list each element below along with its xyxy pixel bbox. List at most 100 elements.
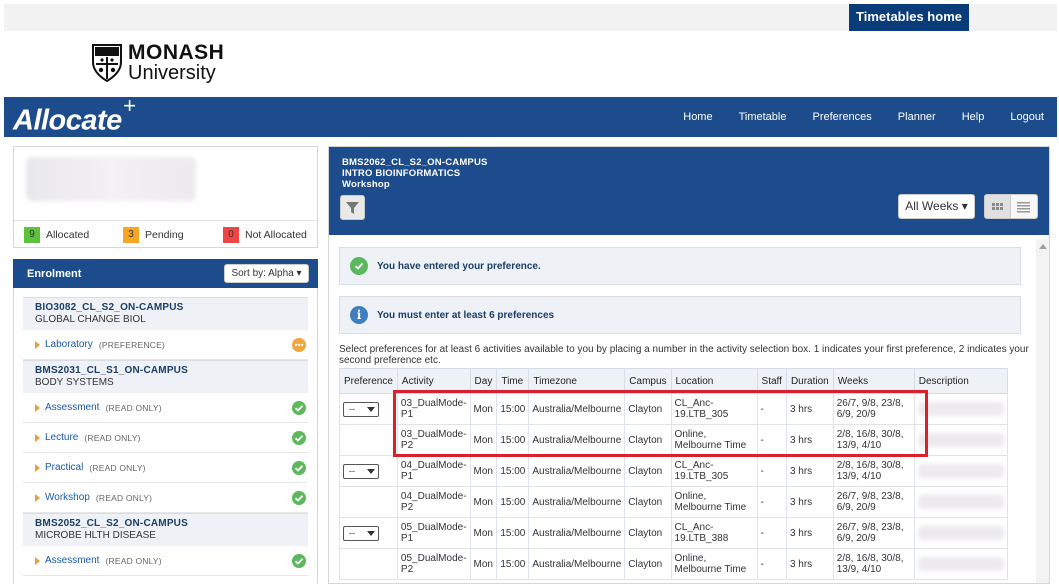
time-cell: 15:00 bbox=[496, 548, 530, 580]
table-row: -- 04_DualMode- P1 Mon 15:00 Australia/Melbou… bbox=[339, 455, 1008, 487]
activity-link[interactable]: Assessment bbox=[45, 402, 99, 413]
staff-cell: - bbox=[756, 548, 787, 580]
staff-cell: - bbox=[756, 424, 787, 456]
redacted-description bbox=[917, 464, 1004, 478]
timezone-cell: Australia/Melbourne bbox=[528, 486, 626, 518]
staff-cell: - bbox=[756, 486, 787, 518]
description-cell bbox=[913, 455, 1008, 487]
activity-link[interactable]: Laboratory bbox=[45, 339, 93, 350]
course-header[interactable]: BIO3082_CL_S2_ON-CAMPUS GLOBAL CHANGE BI… bbox=[23, 297, 308, 330]
table-row: 04_DualMode- P2 Mon 15:00 Australia/Melbourn… bbox=[339, 486, 1008, 518]
preference-select[interactable]: -- bbox=[343, 401, 379, 417]
activity-link[interactable]: Practical bbox=[45, 462, 83, 473]
redacted-description bbox=[917, 495, 1004, 509]
arrow-right-icon bbox=[35, 463, 40, 472]
col-description: Description bbox=[913, 368, 1008, 394]
nav-preferences[interactable]: Preferences bbox=[799, 111, 884, 123]
info-message: i You must enter at least 6 preferences bbox=[339, 296, 1021, 334]
nav-logout[interactable]: Logout bbox=[997, 111, 1057, 123]
preference-cell: -- bbox=[339, 393, 398, 425]
activity-item-workshop[interactable]: Workshop (READ ONLY) bbox=[23, 483, 308, 513]
description-cell bbox=[913, 424, 1008, 456]
allocated-label: Allocated bbox=[46, 229, 90, 241]
location-cell: Online, Melbourne Time bbox=[670, 548, 758, 580]
col-preference: Preference bbox=[339, 368, 398, 394]
weeks-dropdown[interactable]: All Weeks ▾ bbox=[898, 194, 975, 219]
caret-down-icon: ▾ bbox=[961, 199, 968, 213]
campus-cell: Clayton bbox=[624, 517, 672, 549]
activity-link[interactable]: Lecture bbox=[45, 432, 78, 443]
pending-label: Pending bbox=[145, 229, 184, 241]
activity-status: (READ ONLY) bbox=[89, 462, 146, 473]
weeks-cell: 2/8, 16/8, 30/8, 13/9, 4/10 bbox=[832, 455, 915, 487]
day-cell: Mon bbox=[469, 548, 498, 580]
activity-link[interactable]: Assessment bbox=[45, 555, 99, 566]
course-name: BODY SYSTEMS bbox=[35, 377, 114, 388]
time-cell: 15:00 bbox=[496, 517, 530, 549]
success-check-icon bbox=[350, 257, 368, 275]
filter-button[interactable] bbox=[340, 195, 365, 220]
success-text: You have entered your preference. bbox=[377, 260, 541, 272]
allocate-logo[interactable]: Allocate+ bbox=[13, 93, 136, 138]
activity-item-assessment[interactable]: Assessment (READ ONLY) bbox=[23, 546, 308, 576]
nav-planner[interactable]: Planner bbox=[885, 111, 949, 123]
not-allocated-stat: 0 Not Allocated bbox=[223, 227, 307, 243]
course-header[interactable]: BMS2052_CL_S2_ON-CAMPUS MICROBE HLTH DIS… bbox=[23, 513, 308, 546]
timezone-cell: Australia/Melbourne bbox=[528, 548, 626, 580]
monash-logo[interactable]: MONASH University bbox=[90, 40, 224, 84]
nav-help[interactable]: Help bbox=[949, 111, 998, 123]
day-cell: Mon bbox=[469, 455, 498, 487]
activity-link[interactable]: Workshop bbox=[45, 492, 90, 503]
preference-cell bbox=[339, 486, 398, 518]
redacted-description bbox=[917, 526, 1004, 540]
activity-status: (READ ONLY) bbox=[84, 432, 141, 443]
activity-item-assessment[interactable]: Assessment (READ ONLY) bbox=[23, 393, 308, 423]
timezone-cell: Australia/Melbourne bbox=[528, 455, 626, 487]
time-cell: 15:00 bbox=[496, 393, 530, 425]
description-cell bbox=[913, 393, 1008, 425]
location-cell: CL_Anc- 19.LTB_305 bbox=[670, 455, 758, 487]
day-cell: Mon bbox=[469, 393, 498, 425]
preference-select[interactable]: -- bbox=[343, 463, 379, 479]
crest-icon bbox=[92, 44, 122, 82]
weeks-cell: 26/7, 9/8, 23/8, 6/9, 20/9 bbox=[832, 517, 915, 549]
col-location: Location bbox=[670, 368, 758, 394]
activity-item-lecture[interactable]: Lecture (READ ONLY) bbox=[23, 423, 308, 453]
check-icon bbox=[292, 431, 306, 445]
scrollbar[interactable] bbox=[1036, 239, 1049, 583]
weeks-cell: 2/8, 16/8, 30/8, 13/9, 4/10 bbox=[832, 548, 915, 580]
grid-view-button[interactable] bbox=[984, 194, 1011, 219]
nav-menu: Home Timetable Preferences Planner Help … bbox=[670, 97, 1057, 137]
scroll-up-icon[interactable] bbox=[1039, 244, 1047, 249]
redacted-description bbox=[917, 402, 1004, 416]
activity-status: (PREFERENCE) bbox=[98, 339, 165, 350]
arrow-right-icon bbox=[35, 433, 40, 442]
location-cell: Online, Melbourne Time bbox=[670, 424, 758, 456]
logo-text-monash: MONASH bbox=[128, 40, 225, 64]
duration-cell: 3 hrs bbox=[785, 548, 834, 580]
table-row: -- 05_DualMode- P1 Mon 15:00 Australia/Melbou… bbox=[339, 517, 1008, 549]
table-row: 03_DualMode- P2 Mon 15:00 Australia/Melbourn… bbox=[339, 424, 1008, 456]
info-icon: i bbox=[350, 306, 368, 324]
caret-down-icon bbox=[367, 530, 375, 536]
location-cell: CL_Anc- 19.LTB_388 bbox=[670, 517, 758, 549]
timetables-home-button[interactable]: Timetables home bbox=[849, 4, 969, 31]
nav-timetable[interactable]: Timetable bbox=[726, 111, 800, 123]
enrolment-header: Enrolment Sort by: Alpha ▾ bbox=[13, 259, 318, 288]
duration-cell: 3 hrs bbox=[785, 455, 834, 487]
table-row: 05_DualMode- P2 Mon 15:00 Australia/Melbourn… bbox=[339, 548, 1008, 580]
list-icon bbox=[1017, 202, 1030, 213]
course-header[interactable]: BMS2031_CL_S1_ON-CAMPUS BODY SYSTEMS bbox=[23, 360, 308, 393]
preference-select[interactable]: -- bbox=[343, 525, 379, 541]
col-timezone: Timezone bbox=[528, 368, 626, 394]
redacted-description bbox=[917, 557, 1004, 571]
activity-item-laboratory[interactable]: Laboratory (PREFERENCE) bbox=[23, 330, 308, 360]
sort-dropdown[interactable]: Sort by: Alpha ▾ bbox=[224, 264, 309, 283]
list-view-button[interactable] bbox=[1011, 194, 1038, 219]
pending-count: 3 bbox=[123, 227, 139, 243]
preference-cell bbox=[339, 548, 398, 580]
panel-course-code: BMS2062_CL_S2_ON-CAMPUS bbox=[342, 157, 488, 168]
course-name: GLOBAL CHANGE BIOL bbox=[35, 314, 146, 325]
nav-home[interactable]: Home bbox=[670, 111, 725, 123]
activity-item-practical[interactable]: Practical (READ ONLY) bbox=[23, 453, 308, 483]
